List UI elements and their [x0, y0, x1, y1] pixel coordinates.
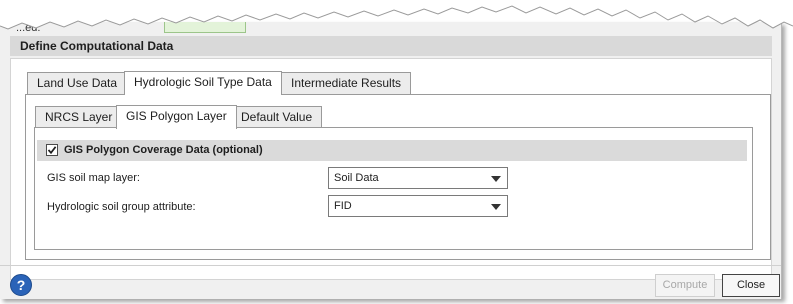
chevron-down-icon — [491, 176, 501, 182]
gis-polygon-coverage-group: GIS Polygon Coverage Data (optional) — [37, 140, 747, 161]
tab-label: NRCS Layer — [45, 110, 113, 124]
tab-default-value[interactable]: Default Value — [231, 106, 323, 128]
tab-land-use-data[interactable]: Land Use Data — [27, 72, 128, 94]
tab-gis-polygon-layer[interactable]: GIS Polygon Layer — [116, 105, 237, 129]
checkmark-icon — [47, 146, 57, 155]
footer-separator — [0, 265, 781, 266]
hydrologic-soil-group-attribute-label: Hydrologic soil group attribute: — [47, 201, 196, 213]
section-title: Define Computational Data — [20, 39, 174, 53]
gis-polygon-coverage-checkbox[interactable] — [46, 144, 58, 156]
tab-label: GIS Polygon Layer — [126, 109, 227, 123]
dropdown-value: FID — [334, 200, 352, 212]
tab-label: Hydrologic Soil Type Data — [134, 75, 272, 89]
tab-intermediate-results[interactable]: Intermediate Results — [281, 72, 412, 94]
chevron-down-icon — [491, 204, 501, 210]
tab-nrcs-layer[interactable]: NRCS Layer — [35, 106, 123, 128]
button-label: Close — [736, 279, 766, 291]
close-button[interactable]: Close — [722, 274, 780, 297]
hydrologic-soil-group-attribute-dropdown[interactable]: FID — [328, 195, 508, 217]
gis-soil-map-layer-label: GIS soil map layer: — [47, 172, 140, 184]
gis-soil-map-layer-dropdown[interactable]: Soil Data — [328, 167, 508, 189]
gis-polygon-coverage-label: GIS Polygon Coverage Data (optional) — [64, 144, 263, 156]
tab-label: Land Use Data — [37, 76, 118, 90]
help-icon: ? — [16, 277, 26, 293]
tab-hydrologic-soil-type-data[interactable]: Hydrologic Soil Type Data — [124, 71, 282, 95]
help-button[interactable]: ? — [10, 274, 32, 296]
tab-label: Intermediate Results — [291, 76, 402, 90]
tab-label: Default Value — [241, 110, 313, 124]
compute-button[interactable]: Compute — [655, 274, 715, 297]
torn-edge — [0, 0, 793, 30]
dropdown-value: Soil Data — [334, 172, 379, 184]
button-label: Compute — [662, 279, 708, 291]
